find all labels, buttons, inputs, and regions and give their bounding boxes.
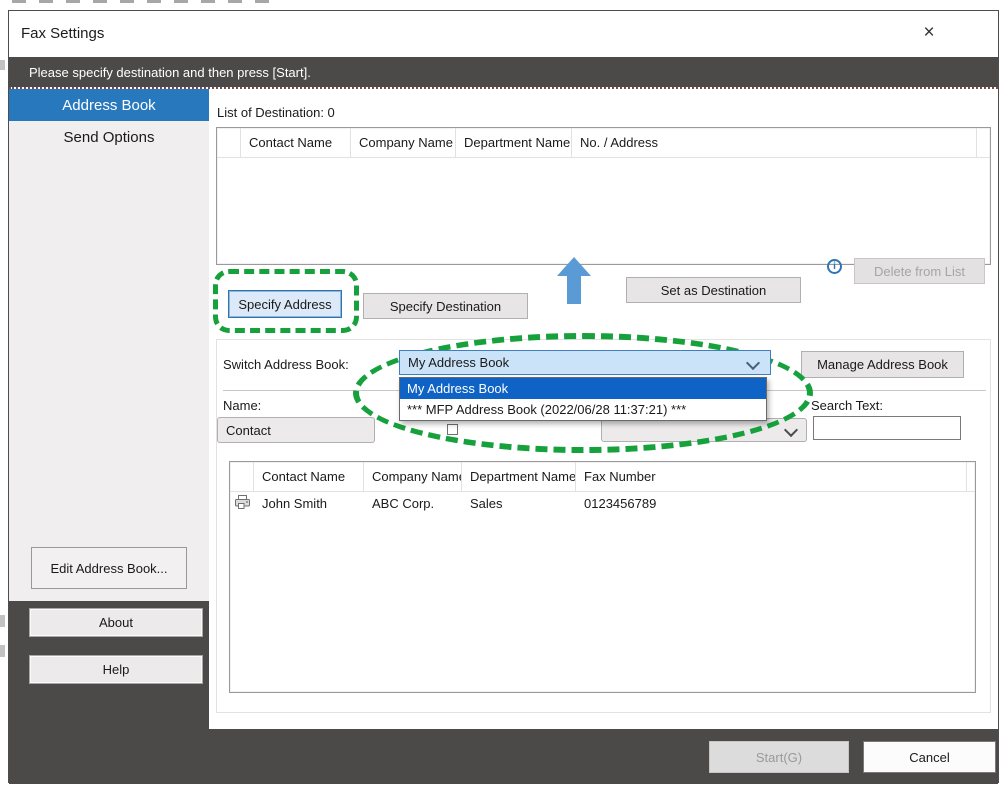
address-book-select[interactable]: My Address Book [399,350,771,375]
contacts-table-header: Contact Name Company Name Department Nam… [230,462,975,492]
edit-address-book-button[interactable]: Edit Address Book... [31,547,187,589]
search-text-input[interactable] [813,416,961,440]
footer-bar: Start(G) Cancel [9,729,998,784]
sidebar-item-send-options[interactable]: Send Options [9,121,209,153]
cancel-button[interactable]: Cancel [863,741,996,773]
column-header-fax-number[interactable]: Fax Number [576,462,967,491]
column-header-company-name[interactable]: Company Name [364,462,462,491]
sidebar: Address Book Send Options Edit Address B… [9,89,209,601]
name-label: Name: [223,398,261,413]
column-header-department-name[interactable]: Department Name [462,462,576,491]
up-arrow-icon [557,257,591,304]
background-window-remnant [0,645,5,657]
fax-icon [230,495,254,512]
name-filter-select[interactable]: Contact [217,417,375,443]
instruction-text: Please specify destination and then pres… [29,65,311,80]
chevron-down-icon [746,356,760,370]
column-header-filler [967,462,975,491]
fax-number-cell: 0123456789 [576,496,967,511]
search-target-select[interactable] [601,418,807,442]
background-window-remnant [0,60,5,70]
contact-row[interactable]: John Smith ABC Corp. Sales 0123456789 [230,492,975,514]
icon-column-header [217,128,241,157]
set-as-destination-button[interactable]: Set as Destination [626,277,801,303]
column-header-contact-name[interactable]: Contact Name [254,462,364,491]
fax-settings-dialog: Fax Settings × Please specify destinatio… [8,10,999,783]
title-bar: Fax Settings × [9,11,998,57]
name-filter-value: Contact [226,423,271,438]
background-window-remnant [12,0,282,3]
column-header-department-name[interactable]: Department Name [456,128,572,157]
manage-address-book-button[interactable]: Manage Address Book [801,351,964,378]
background-window-remnant [0,615,5,627]
contacts-table[interactable]: Contact Name Company Name Department Nam… [229,461,976,693]
search-text-label: Search Text: [811,398,883,413]
column-header-filler [977,128,990,157]
column-header-company-name[interactable]: Company Name [351,128,456,157]
specify-address-button[interactable]: Specify Address [228,290,342,318]
specify-destination-button[interactable]: Specify Destination [363,293,528,319]
destination-table-header: Contact Name Company Name Department Nam… [217,128,990,158]
address-book-selected-value: My Address Book [408,355,509,370]
screenshot-canvas: Fax Settings × Please specify destinatio… [0,0,1005,788]
switch-address-book-label: Switch Address Book: [223,357,349,372]
column-header-contact-name[interactable]: Contact Name [241,128,351,157]
contact-name-cell: John Smith [254,496,364,511]
list-of-destination-label: List of Destination: 0 [217,105,335,120]
address-book-dropdown-list: My Address Book *** MFP Address Book (20… [399,377,767,421]
start-button: Start(G) [709,741,849,773]
column-header-no-address[interactable]: No. / Address [572,128,977,157]
close-icon[interactable]: × [912,17,946,49]
about-button[interactable]: About [29,608,203,637]
department-name-cell: Sales [462,496,576,511]
instruction-banner: Please specify destination and then pres… [9,57,998,87]
window-title: Fax Settings [21,25,104,42]
delete-from-list-button: Delete from List [854,258,985,284]
sidebar-item-address-book[interactable]: Address Book [9,89,209,121]
dropdown-option-my-address-book[interactable]: My Address Book [400,378,766,399]
filter-checkbox[interactable] [447,424,458,435]
icon-column-header [230,462,254,491]
dropdown-option-mfp-address-book[interactable]: *** MFP Address Book (2022/06/28 11:37:2… [400,399,766,420]
help-button[interactable]: Help [29,655,203,684]
company-name-cell: ABC Corp. [364,496,462,511]
destination-list-table[interactable]: Contact Name Company Name Department Nam… [216,127,991,265]
chevron-down-icon [784,423,798,437]
info-icon: i [827,259,842,274]
